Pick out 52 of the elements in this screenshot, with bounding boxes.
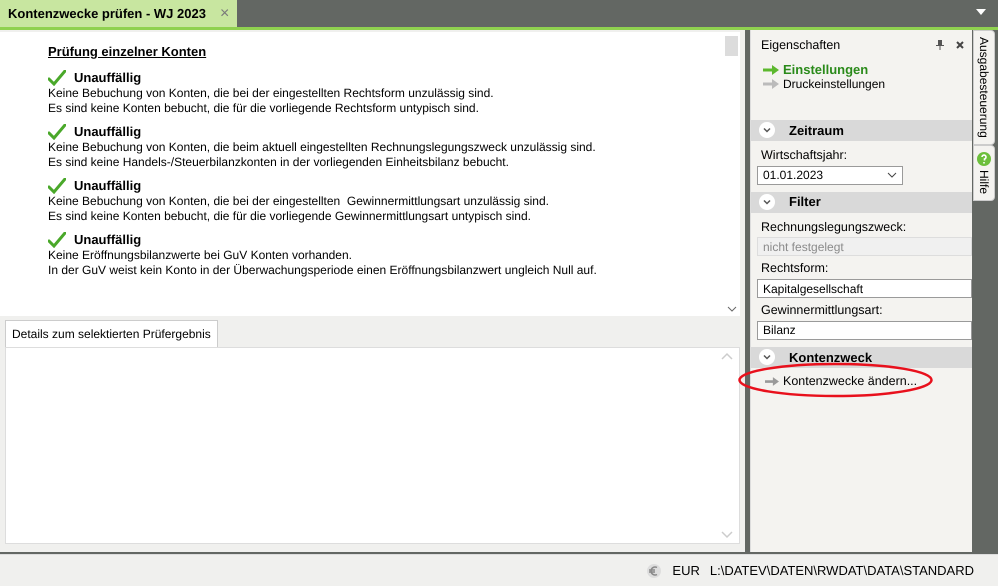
check-icon	[48, 178, 66, 194]
dropdown-icon[interactable]	[976, 9, 986, 15]
input-field[interactable]: Kapitalgesellschaft	[757, 279, 972, 298]
check-icon	[48, 124, 66, 140]
field-label: Rechnungslegungszweck:	[760, 218, 908, 236]
result-status: Unauffällig	[74, 232, 142, 248]
help-icon	[977, 152, 991, 166]
result-text: Keine Bebuchung von Konten, die bei der eingestellten Rechtsform unzulässig sind.	[48, 86, 495, 101]
panel-title: Eigenschaften	[761, 37, 840, 54]
result-text: In der GuV weist kein Konto in der Überwachungsperiode einen Eröffnungsbilanzwert ungleich Null auf.	[48, 263, 598, 278]
section-header[interactable]: Zeitraum	[751, 120, 972, 141]
collapse-icon	[759, 194, 775, 210]
result-text: Es sind keine Konten bebucht, die für die vorliegende Gewinnermittlungsart untypisch sind.	[48, 209, 532, 224]
caret-icon	[887, 172, 897, 178]
document-tab[interactable]: Kontenzwecke prüfen - WJ 2023 ×	[0, 0, 238, 27]
arrow-icon	[765, 376, 779, 386]
data-path: L:\DATEV\DATEN\RWDAT\DATA\STANDARD	[710, 562, 974, 580]
arrow-icon	[763, 78, 779, 89]
settings-link[interactable]: Einstellungen	[763, 62, 962, 77]
field-label: Gewinnermittlungsart:	[760, 302, 884, 319]
section-header[interactable]: Kontenzweck	[751, 346, 972, 368]
close-icon[interactable]	[956, 41, 964, 50]
result-text: Es sind keine Handels-/Steuerbilanzkonten in der vorliegenden Einheitsbilanz bebucht.	[48, 155, 510, 170]
result-text: Keine Eröffnungsbilanzwerte bei GuV Konten vorhanden.	[48, 248, 353, 263]
check-icon	[48, 232, 66, 248]
currency-label: EUR	[672, 562, 700, 580]
settings-link[interactable]: Druckeinstellungen	[763, 76, 962, 91]
result-status: Unauffällig	[74, 124, 142, 140]
pin-icon[interactable]	[936, 40, 944, 50]
report-heading: Prüfung einzelner Konten	[48, 44, 208, 60]
side-tab[interactable]: Ausgabesteuerung	[973, 30, 995, 145]
result-status: Unauffällig	[74, 70, 142, 86]
euro-icon	[646, 562, 662, 578]
section-header[interactable]: Filter	[751, 192, 972, 212]
details-tab[interactable]: Details zum selektierten Prüfergebnis	[5, 320, 218, 347]
change-link[interactable]: Kontenzwecke ändern...	[757, 370, 926, 392]
document-title: Kontenzwecke prüfen - WJ 2023	[8, 4, 206, 23]
arrow-icon	[763, 64, 779, 75]
scroll-down-icon[interactable]	[726, 306, 736, 312]
result-text: Keine Bebuchung von Konten, die bei der eingestellten Gewinnermittlungsart unzulässig sind.	[48, 194, 550, 209]
collapse-icon	[759, 349, 775, 366]
result-text: Keine Bebuchung von Konten, die beim aktuell eingestellten Rechnungslegungszweck unzulässig sind.	[48, 140, 597, 155]
dropdown-field[interactable]: 01.01.2023	[757, 166, 903, 184]
result-text: Es sind keine Konten bebucht, die für die vorliegende Rechtsform untypisch sind.	[48, 101, 480, 116]
result-status: Unauffällig	[74, 178, 142, 194]
side-tab[interactable]: Hilfe	[973, 144, 995, 201]
collapse-icon	[759, 122, 775, 138]
field-label: Rechtsform:	[760, 260, 830, 278]
field-label: Wirtschaftsjahr:	[760, 146, 848, 164]
check-icon	[48, 70, 66, 86]
scroll-thumb[interactable]	[725, 36, 738, 56]
input-field[interactable]: Bilanz	[757, 320, 972, 340]
